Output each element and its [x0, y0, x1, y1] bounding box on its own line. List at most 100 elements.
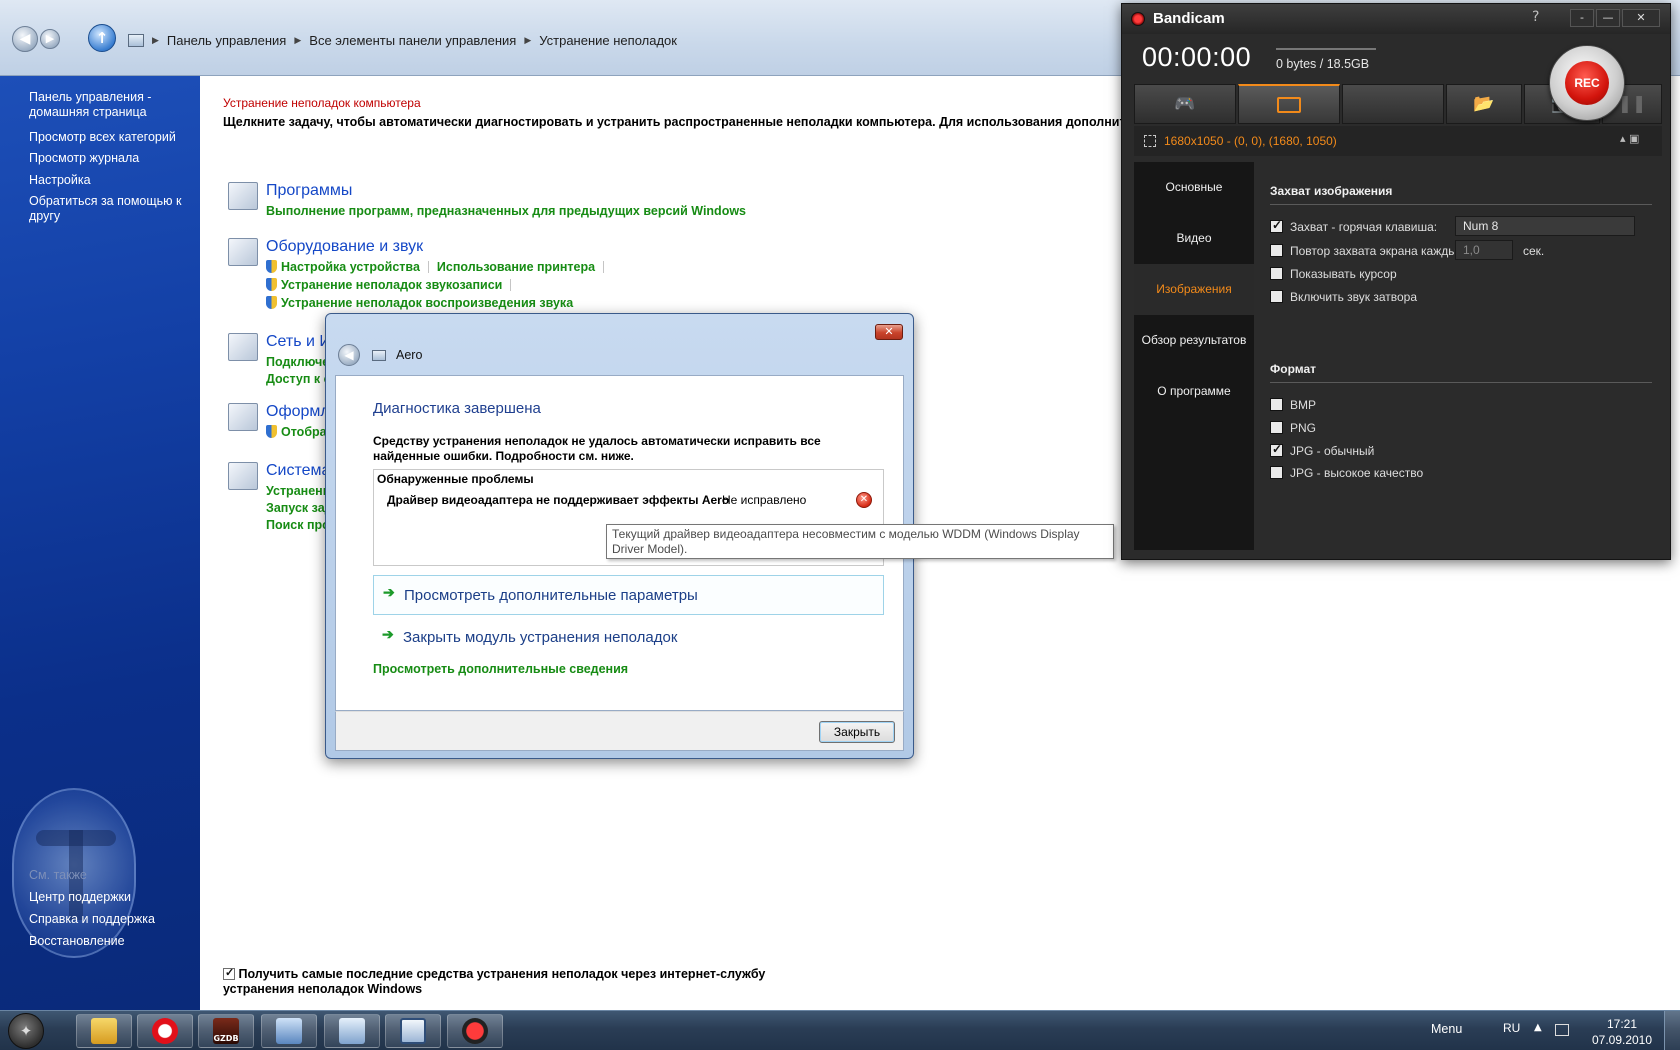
- option-repeat[interactable]: Повтор захвата экрана каждые: [1270, 244, 1464, 258]
- option-show-cursor[interactable]: Показывать курсор: [1270, 267, 1397, 281]
- format-jpg-high[interactable]: JPG - высокое качество: [1270, 466, 1423, 480]
- collapse-button[interactable]: -: [1570, 9, 1594, 27]
- tab-game-mode[interactable]: 🎮: [1134, 84, 1236, 124]
- bandicam-window: Bandicam ? - — ✕ 00:00:00 0 bytes / 18.5…: [1121, 3, 1671, 560]
- format-bmp-checkbox[interactable]: [1270, 398, 1283, 411]
- chevron-right-icon[interactable]: ▶: [294, 35, 301, 46]
- tab-device-mode[interactable]: [1342, 84, 1444, 124]
- nav-link-home[interactable]: Панель управления - домашняя страница: [29, 90, 189, 120]
- back-button[interactable]: ◀: [12, 26, 38, 52]
- up-button[interactable]: ↑: [88, 24, 116, 52]
- category-title[interactable]: Программы: [266, 182, 352, 200]
- nav-link-help[interactable]: Справка и поддержка: [29, 912, 189, 927]
- taskbar-display[interactable]: [385, 1014, 441, 1048]
- category-title[interactable]: Оформл: [266, 403, 330, 421]
- open-folder-button[interactable]: 📂: [1446, 84, 1522, 124]
- category-title[interactable]: Сеть и И: [266, 333, 331, 351]
- forward-button[interactable]: ▶: [40, 29, 60, 49]
- minimize-button[interactable]: —: [1596, 9, 1620, 27]
- link-use-printer[interactable]: Использование принтера: [437, 260, 595, 274]
- start-button[interactable]: ✦: [8, 1013, 44, 1049]
- tooltip: Текущий драйвер видеоадаптера несовмести…: [606, 524, 1114, 559]
- sidebar-item-images[interactable]: Изображения: [1134, 264, 1254, 315]
- format-jpg-normal-checkbox[interactable]: [1270, 442, 1283, 457]
- nav-link-all-categories[interactable]: Просмотр всех категорий: [29, 130, 189, 145]
- close-button[interactable]: Закрыть: [819, 721, 895, 743]
- close-icon[interactable]: ✕: [875, 324, 903, 340]
- breadcrumb-item[interactable]: Устранение неполадок: [539, 33, 677, 48]
- network-icon: [228, 333, 258, 361]
- online-troubleshoot-option[interactable]: Получить самые последние средства устран…: [223, 966, 823, 997]
- sidebar-item-video[interactable]: Видео: [1134, 213, 1254, 264]
- tray-expand-icon[interactable]: ▲: [1534, 1022, 1542, 1033]
- repeat-interval-input[interactable]: 1,0: [1455, 240, 1513, 260]
- hotkey-checkbox[interactable]: [1270, 218, 1283, 233]
- language-indicator[interactable]: RU: [1503, 1021, 1520, 1035]
- taskbar-control-panel[interactable]: [324, 1014, 380, 1048]
- tab-screen-mode[interactable]: [1238, 84, 1340, 124]
- sidebar-item-output[interactable]: Обзор результатов: [1134, 315, 1254, 366]
- chevron-right-icon[interactable]: ▶: [524, 35, 531, 46]
- format-jpg-normal[interactable]: JPG - обычный: [1270, 442, 1374, 458]
- online-troubleshoot-checkbox[interactable]: [223, 966, 235, 981]
- menu-toolbar[interactable]: Menu: [1431, 1022, 1462, 1036]
- chevron-right-icon[interactable]: ▶: [152, 35, 159, 46]
- option-shutter-sound[interactable]: Включить звук затвора: [1270, 290, 1417, 304]
- bandicam-title: Bandicam: [1153, 10, 1225, 27]
- nav-link-ask-friend[interactable]: Обратиться за помощью к другу: [29, 194, 189, 224]
- taskbar-explorer[interactable]: [76, 1014, 132, 1048]
- link-system-2[interactable]: Запуск зад: [266, 501, 333, 515]
- show-desktop-button[interactable]: [1664, 1011, 1680, 1050]
- taskbar-troubleshoot[interactable]: [261, 1014, 317, 1048]
- problem-item[interactable]: Драйвер видеоадаптера не поддерживает эф…: [387, 493, 729, 507]
- shutter-sound-checkbox[interactable]: [1270, 290, 1283, 303]
- sidebar-item-general[interactable]: Основные: [1134, 162, 1254, 213]
- repeat-checkbox[interactable]: [1270, 244, 1283, 257]
- link-playback-troubleshoot[interactable]: Устранение неполадок воспроизведения зву…: [281, 296, 573, 310]
- link-run-old-programs[interactable]: Выполнение программ, предназначенных для…: [266, 204, 746, 218]
- nav-link-recovery[interactable]: Восстановление: [29, 934, 189, 949]
- format-png[interactable]: PNG: [1270, 421, 1316, 435]
- more-info-link[interactable]: Просмотреть дополнительные сведения: [373, 662, 628, 676]
- gzdb-icon: GZDB: [213, 1018, 239, 1044]
- rec-button[interactable]: REC: [1549, 45, 1625, 121]
- format-jpg-high-checkbox[interactable]: [1270, 466, 1283, 479]
- rec-label: REC: [1565, 61, 1609, 105]
- taskbar-gzdb[interactable]: GZDB: [198, 1014, 254, 1048]
- view-options-link[interactable]: ➔ Просмотреть дополнительные параметры: [373, 575, 884, 615]
- nav-link-settings[interactable]: Настройка: [29, 173, 189, 188]
- show-cursor-checkbox[interactable]: [1270, 267, 1283, 280]
- link-system-1[interactable]: Устранени: [266, 484, 330, 498]
- link-network-1[interactable]: Подключе: [266, 355, 329, 369]
- folder-icon: [91, 1018, 117, 1044]
- help-icon[interactable]: ?: [1532, 9, 1539, 25]
- link-recording-troubleshoot[interactable]: Устранение неполадок звукозаписи: [281, 278, 502, 292]
- format-bmp[interactable]: BMP: [1270, 398, 1316, 412]
- close-button[interactable]: ✕: [1622, 9, 1660, 27]
- link-network-2[interactable]: Доступ к с: [266, 372, 331, 386]
- nav-link-history[interactable]: Просмотр журнала: [29, 151, 189, 166]
- category-title[interactable]: Оборудование и звук: [266, 238, 423, 256]
- link-system-3[interactable]: Поиск про: [266, 518, 330, 532]
- region-select-icon[interactable]: [1144, 135, 1156, 147]
- hotkey-input[interactable]: Num 8: [1455, 216, 1635, 236]
- nav-link-action-center[interactable]: Центр поддержки: [29, 890, 189, 905]
- sidebar-item-about[interactable]: О программе: [1134, 366, 1254, 417]
- capture-region-bar: 1680x1050 - (0, 0), (1680, 1050) ▴ ▣: [1134, 126, 1662, 156]
- link-appearance-1[interactable]: Отобра: [281, 425, 327, 439]
- close-troubleshooter-link[interactable]: ➔ Закрыть модуль устранения неполадок: [373, 618, 884, 658]
- option-hotkey[interactable]: Захват - горячая клавиша:: [1270, 218, 1437, 234]
- link-configure-device[interactable]: Настройка устройства: [281, 260, 420, 274]
- appearance-icon: [228, 403, 258, 431]
- format-png-checkbox[interactable]: [1270, 421, 1283, 434]
- taskbar-opera[interactable]: [137, 1014, 193, 1048]
- breadcrumb-item[interactable]: Панель управления: [167, 33, 286, 48]
- network-tray-icon[interactable]: [1555, 1024, 1569, 1036]
- taskbar-bandicam[interactable]: [447, 1014, 503, 1048]
- back-arrow-icon[interactable]: ◀: [338, 344, 360, 366]
- breadcrumb-item[interactable]: Все элементы панели управления: [309, 33, 516, 48]
- clock[interactable]: 17:21 07.09.2010: [1590, 1016, 1654, 1048]
- category-title[interactable]: Система: [266, 462, 330, 480]
- region-controls[interactable]: ▴ ▣: [1620, 132, 1639, 145]
- format-header: Формат: [1270, 362, 1317, 376]
